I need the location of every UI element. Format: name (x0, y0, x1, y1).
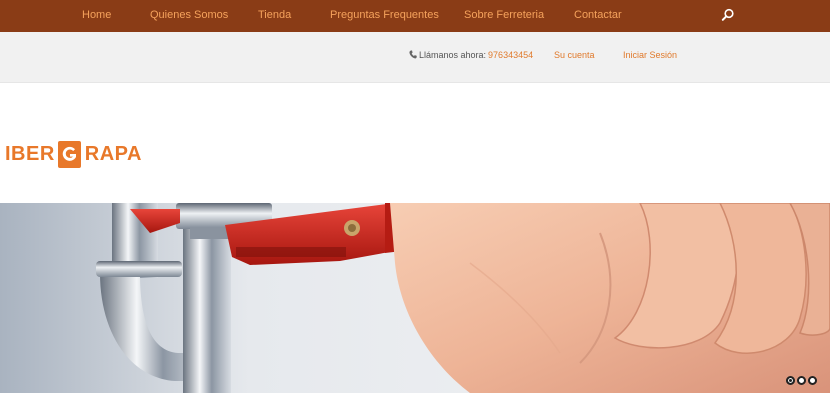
site-logo[interactable]: IBER RAPA (5, 139, 142, 169)
call-info: Llámanos ahora: 976343454 (409, 48, 533, 62)
site-header: IBER RAPA (0, 84, 830, 203)
phone-number[interactable]: 976343454 (488, 50, 533, 60)
hero-slider (0, 203, 830, 393)
nav-contactar[interactable]: Contactar (574, 0, 622, 32)
logo-text-left: IBER (5, 143, 55, 165)
page-body-start (0, 393, 830, 400)
main-nav: Home Quienes Somos Tienda Preguntas Freq… (0, 0, 830, 32)
account-link[interactable]: Su cuenta (554, 48, 595, 62)
utility-bar: Llámanos ahora: 976343454 Su cuenta Inici… (0, 32, 830, 83)
slider-dot-3[interactable] (808, 376, 817, 385)
nav-sobre-ferreteria[interactable]: Sobre Ferreteria (464, 0, 544, 32)
call-label: Llámanos ahora: (419, 50, 487, 60)
phone-icon (409, 49, 417, 59)
nav-tienda[interactable]: Tienda (258, 0, 291, 32)
slider-dot-2[interactable] (797, 376, 806, 385)
nav-preguntas-frequentes[interactable]: Preguntas Frequentes (330, 0, 439, 32)
plumbing-hero-image (0, 203, 830, 393)
logo-g-icon (57, 140, 81, 168)
logo-text-right: RAPA (84, 143, 142, 165)
search-icon[interactable] (721, 8, 735, 22)
slider-dot-1[interactable] (786, 376, 795, 385)
nav-quienes-somos[interactable]: Quienes Somos (150, 0, 228, 32)
nav-home[interactable]: Home (82, 0, 111, 32)
slider-pagination (786, 376, 817, 386)
login-link[interactable]: Iniciar Sesión (623, 48, 677, 62)
